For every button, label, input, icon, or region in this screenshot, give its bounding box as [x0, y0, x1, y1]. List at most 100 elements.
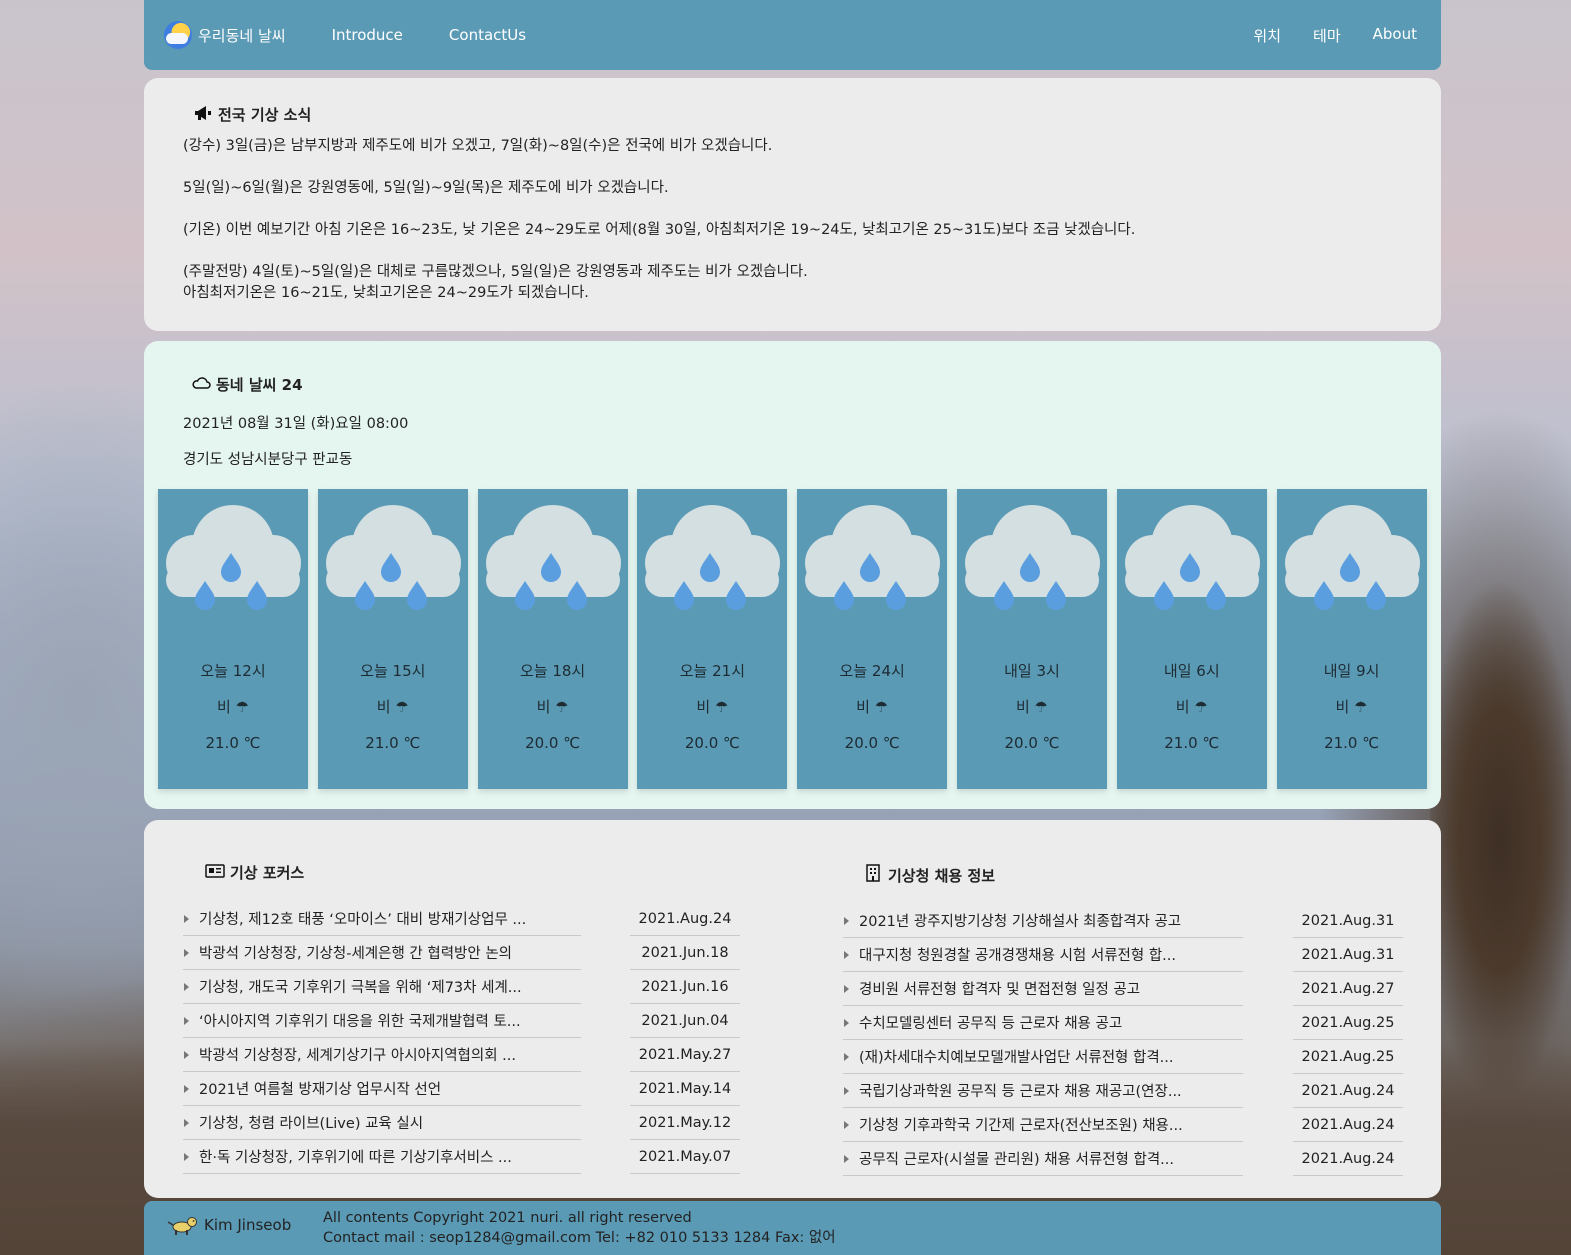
forecast-time: 내일 6시 [1163, 662, 1220, 680]
forecast-temperature: 20.0 ℃ [844, 734, 900, 752]
forecast-temperature: 20.0 ℃ [525, 734, 581, 752]
list-item-title[interactable]: 수치모델링센터 공무직 등 근로자 채용 공고 [843, 1006, 1243, 1040]
list-item[interactable]: 기상청, 청렴 라이브(Live) 교육 실시 2021.May.12 [183, 1106, 740, 1140]
nav-link-about[interactable]: About [1373, 25, 1417, 46]
list-item-date: 2021.May.14 [630, 1072, 740, 1106]
rain-cloud-icon [805, 505, 941, 610]
list-item[interactable]: 경비원 서류전형 합격자 및 면접전형 일정 공고 2021.Aug.27 [843, 972, 1403, 1006]
list-item[interactable]: 기상청 기후과학국 기간제 근로자(전산보조원) 채용... 2021.Aug.2… [843, 1108, 1403, 1142]
forecast-condition: 비 ☂ [957, 696, 1107, 717]
list-item-date: 2021.May.07 [630, 1140, 740, 1174]
list-item[interactable]: 박광석 기상청장, 기상청-세계은행 간 협력방안 논의 2021.Jun.18 [183, 936, 740, 970]
list-item-date: 2021.Jun.04 [630, 1004, 740, 1038]
forecast-card: 오늘 12시 비 ☂ 21.0 ℃ [158, 489, 308, 789]
list-item-date: 2021.Aug.24 [1293, 1108, 1403, 1142]
footer: Kim Jinseob All contents Copyright 2021 … [144, 1201, 1441, 1255]
list-item-title[interactable]: 박광석 기상청장, 세계기상기구 아시아지역협의회 ... [183, 1038, 581, 1072]
list-item[interactable]: 2021년 여름철 방재기상 업무시작 선언 2021.May.14 [183, 1072, 740, 1106]
list-item-date: 2021.Aug.25 [1293, 1006, 1403, 1040]
list-item-title[interactable]: 기상청 기후과학국 기간제 근로자(전산보조원) 채용... [843, 1108, 1243, 1142]
forecast-card: 내일 3시 비 ☂ 20.0 ℃ [956, 489, 1107, 789]
forecast-temperature: 20.0 ℃ [1004, 734, 1060, 752]
list-item[interactable]: 박광석 기상청장, 세계기상기구 아시아지역협의회 ... 2021.May.27 [183, 1038, 740, 1072]
news-line: (주말전망) 4일(토)~5일(일)은 대체로 구름많겠으나, 5일(일)은 강… [183, 264, 808, 280]
forecast-condition-text: 비 [696, 698, 711, 716]
umbrella-icon: ☂ [714, 698, 729, 716]
forecast-card: 오늘 15시 비 ☂ 21.0 ℃ [317, 489, 468, 789]
list-item[interactable]: 기상청, 개도국 기후위기 극복을 위해 ‘제73차 세계... 2021.Jun… [183, 970, 740, 1004]
list-item-title[interactable]: 경비원 서류전형 합격자 및 면접전형 일정 공고 [843, 972, 1243, 1006]
forecast-card: 오늘 24시 비 ☂ 20.0 ℃ [797, 489, 948, 789]
news-title: 전국 기상 소식 [218, 106, 312, 124]
forecast-card: 내일 9시 비 ☂ 21.0 ℃ [1276, 489, 1427, 789]
list-item-title[interactable]: 대구지청 청원경찰 공개경쟁채용 시험 서류전형 합... [843, 938, 1243, 972]
forecast-card: 오늘 18시 비 ☂ 20.0 ℃ [477, 489, 628, 789]
list-item-title[interactable]: 기상청, 제12호 태풍 ‘오마이스’ 대비 방재기상업무 ... [183, 902, 581, 936]
forecast-time: 오늘 18시 [519, 662, 586, 680]
list-item[interactable]: 기상청, 제12호 태풍 ‘오마이스’ 대비 방재기상업무 ... 2021.Au… [183, 902, 740, 936]
list-item-title[interactable]: 박광석 기상청장, 기상청-세계은행 간 협력방안 논의 [183, 936, 581, 970]
list-item-title[interactable]: 2021년 광주지방기상청 기상해설사 최종합격자 공고 [843, 904, 1243, 938]
forecast-condition: 비 ☂ [478, 696, 628, 717]
list-item-date: 2021.May.27 [630, 1038, 740, 1072]
list-item[interactable]: 대구지청 청원경찰 공개경쟁채용 시험 서류전형 합... 2021.Aug.31 [843, 938, 1403, 972]
list-item-title[interactable]: ‘아시아지역 기후위기 대응을 위한 국제개발협력 토... [183, 1004, 581, 1038]
focus-heading: 기상 포커스 [204, 862, 304, 883]
forecast-condition-text: 비 [1335, 698, 1350, 716]
rain-cloud-icon [325, 505, 461, 610]
list-item-title[interactable]: 국립기상과학원 공무직 등 근로자 채용 재공고(연장... [843, 1074, 1243, 1108]
forecast-time: 내일 9시 [1323, 662, 1380, 680]
weather-datetime: 2021년 08월 31일 (화)요일 08:00 [183, 416, 409, 432]
list-item-date: 2021.Aug.25 [1293, 1040, 1403, 1074]
building-icon [862, 864, 884, 886]
footer-brand: Kim Jinseob [166, 1214, 291, 1236]
nav-link-introduce[interactable]: Introduce [332, 26, 403, 44]
forecast-temperature: 21.0 ℃ [365, 734, 421, 752]
list-item[interactable]: 한·독 기상청장, 기후위기에 따른 기상기후서비스 ... 2021.May.0… [183, 1140, 740, 1174]
forecast-time: 오늘 24시 [839, 662, 905, 680]
news-body: (강수) 3일(금)은 남부지방과 제주도에 비가 오겠고, 7일(화)~8일(… [183, 136, 1135, 304]
list-item-date: 2021.Aug.24 [1293, 1074, 1403, 1108]
list-item-date: 2021.Aug.24 [630, 902, 740, 936]
jobs-heading: 기상청 채용 정보 [862, 864, 995, 886]
list-item-title[interactable]: 공무직 근로자(시설물 관리원) 채용 서류전형 합격... [843, 1142, 1243, 1176]
forecast-temperature: 20.0 ℃ [684, 734, 740, 752]
list-item-date: 2021.Aug.24 [1293, 1142, 1403, 1176]
focus-title: 기상 포커스 [230, 864, 305, 882]
forecast-time: 내일 3시 [1004, 662, 1060, 680]
list-item[interactable]: 국립기상과학원 공무직 등 근로자 채용 재공고(연장... 2021.Aug.2… [843, 1074, 1403, 1108]
list-item[interactable]: (재)차세대수치예보모델개발사업단 서류전형 합격... 2021.Aug.25 [843, 1040, 1403, 1074]
umbrella-icon: ☂ [555, 698, 569, 716]
brand-link[interactable]: 우리동네 날씨 [164, 21, 286, 49]
rain-cloud-icon [964, 505, 1100, 610]
list-item-title[interactable]: 기상청, 청렴 라이브(Live) 교육 실시 [183, 1106, 581, 1140]
nav-link-location[interactable]: 위치 [1253, 25, 1281, 46]
forecast-temperature: 21.0 ℃ [205, 734, 261, 752]
list-item-title[interactable]: (재)차세대수치예보모델개발사업단 서류전형 합격... [843, 1040, 1243, 1074]
forecast-condition-text: 비 [856, 698, 870, 716]
footer-copyright: All contents Copyright 2021 nuri. all ri… [323, 1208, 836, 1248]
list-item-title[interactable]: 기상청, 개도국 기후위기 극복을 위해 ‘제73차 세계... [183, 970, 581, 1004]
contact-text[interactable]: Contact mail : seop1284@gmail.com Tel: +… [323, 1228, 836, 1248]
forecast-temperature: 21.0 ℃ [1324, 734, 1380, 752]
list-item[interactable]: 공무직 근로자(시설물 관리원) 채용 서류전형 합격... 2021.Aug.2… [843, 1142, 1403, 1176]
list-item[interactable]: ‘아시아지역 기후위기 대응을 위한 국제개발협력 토... 2021.Jun.0… [183, 1004, 740, 1038]
national-weather-news-panel: 전국 기상 소식 (강수) 3일(금)은 남부지방과 제주도에 비가 오겠고, … [144, 78, 1441, 331]
forecast-condition: 비 ☂ [637, 696, 787, 717]
list-item-title[interactable]: 2021년 여름철 방재기상 업무시작 선언 [183, 1072, 581, 1106]
list-item[interactable]: 수치모델링센터 공무직 등 근로자 채용 공고 2021.Aug.25 [843, 1006, 1403, 1040]
forecast-condition: 비 ☂ [318, 696, 468, 717]
rain-cloud-icon [166, 505, 301, 610]
list-item-date: 2021.Jun.18 [630, 936, 740, 970]
list-item[interactable]: 2021년 광주지방기상청 기상해설사 최종합격자 공고 2021.Aug.31 [843, 904, 1403, 938]
umbrella-icon: ☂ [1194, 698, 1208, 716]
brand-text: 우리동네 날씨 [198, 26, 286, 45]
weather-heading: 동네 날씨 24 [190, 374, 303, 395]
nav-link-contactus[interactable]: ContactUs [449, 26, 526, 44]
nav-link-theme[interactable]: 테마 [1313, 25, 1341, 46]
copyright-text: All contents Copyright 2021 nuri. all ri… [323, 1210, 692, 1226]
jobs-list: 2021년 광주지방기상청 기상해설사 최종합격자 공고 2021.Aug.31 … [843, 904, 1403, 1176]
list-item-title[interactable]: 한·독 기상청장, 기후위기에 따른 기상기후서비스 ... [183, 1140, 581, 1174]
umbrella-icon: ☂ [874, 698, 889, 716]
forecast-card: 오늘 21시 비 ☂ 20.0 ℃ [637, 489, 788, 789]
